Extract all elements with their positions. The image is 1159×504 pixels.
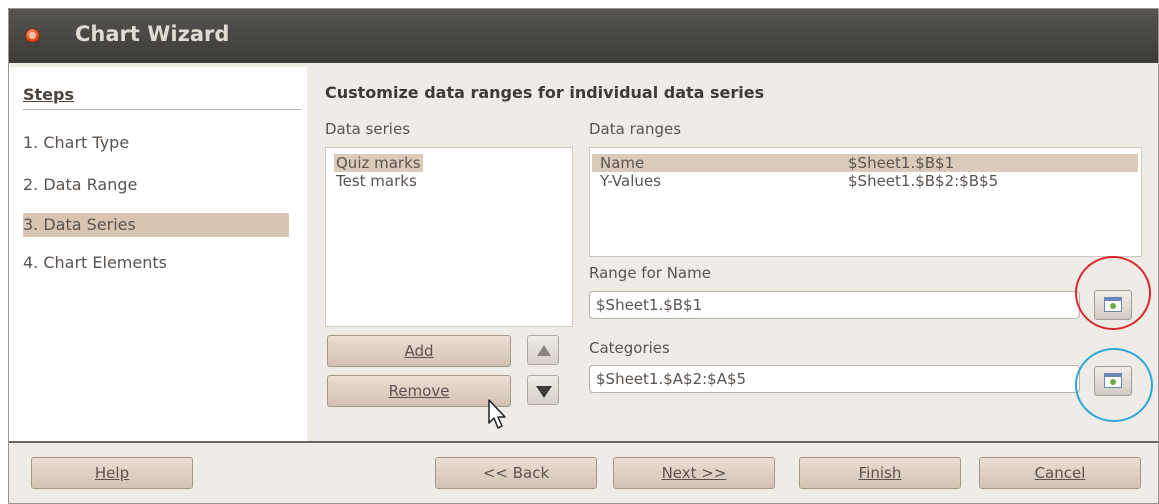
range-role: Y-Values <box>600 172 661 190</box>
close-icon[interactable] <box>25 28 40 43</box>
step-chart-elements[interactable]: 4. Chart Elements <box>23 251 289 275</box>
step-data-range[interactable]: 2. Data Range <box>23 173 289 197</box>
finish-button[interactable]: Finish <box>799 457 961 489</box>
arrow-up-icon <box>537 345 551 356</box>
range-row-name[interactable]: Name $Sheet1.$B$1 <box>592 154 1138 172</box>
add-button-label: Add <box>404 342 434 360</box>
steps-heading: Steps <box>23 85 74 104</box>
data-series-label: Data series <box>325 120 411 138</box>
range-for-name-field[interactable]: $Sheet1.$B$1 <box>589 291 1080 319</box>
help-button[interactable]: Help <box>31 457 193 489</box>
range-value: $Sheet1.$B$2:$B$5 <box>848 172 999 190</box>
move-up-button[interactable] <box>527 335 559 365</box>
series-item-quiz-marks[interactable]: Quiz marks <box>334 154 423 172</box>
cancel-button[interactable]: Cancel <box>979 457 1141 489</box>
data-ranges-label: Data ranges <box>589 120 682 138</box>
window-title: Chart Wizard <box>75 22 230 46</box>
range-for-name-label: Range for Name <box>589 264 711 282</box>
next-button-label: Next >> <box>661 464 727 482</box>
categories-label: Categories <box>589 339 670 357</box>
steps-panel: Steps 1. Chart Type 2. Data Range 3. Dat… <box>9 67 307 441</box>
footer-divider <box>9 441 1158 443</box>
step-data-series[interactable]: 3. Data Series <box>23 213 289 237</box>
move-down-button[interactable] <box>527 375 559 405</box>
add-button[interactable]: Add <box>327 335 511 367</box>
data-series-list[interactable]: Quiz marks Test marks <box>325 147 573 327</box>
mouse-pointer-icon <box>488 399 506 429</box>
remove-button-label: Remove <box>388 382 450 400</box>
arrow-down-icon <box>536 386 552 398</box>
help-button-label: Help <box>94 464 130 482</box>
highlight-circle-blue <box>1075 348 1153 422</box>
step-chart-type[interactable]: 1. Chart Type <box>23 131 289 155</box>
remove-button[interactable]: Remove <box>327 375 511 407</box>
cancel-button-label: Cancel <box>1034 464 1086 482</box>
chart-wizard-dialog: Chart Wizard Steps 1. Chart Type 2. Data… <box>8 8 1159 504</box>
title-bar: Chart Wizard <box>9 9 1158 63</box>
categories-field[interactable]: $Sheet1.$A$2:$A$5 <box>589 365 1080 393</box>
data-ranges-list[interactable]: Name $Sheet1.$B$1 Y-Values $Sheet1.$B$2:… <box>589 147 1142 257</box>
finish-button-label: Finish <box>858 464 902 482</box>
highlight-circle-red <box>1075 256 1151 330</box>
page-title: Customize data ranges for individual dat… <box>325 83 765 102</box>
range-value: $Sheet1.$B$1 <box>848 154 955 172</box>
back-button-label: << Back <box>482 464 550 482</box>
back-button[interactable]: << Back <box>435 457 597 489</box>
range-role: Name <box>600 154 645 172</box>
series-item-test-marks[interactable]: Test marks <box>334 172 419 190</box>
range-row-y-values[interactable]: Y-Values $Sheet1.$B$2:$B$5 <box>592 172 1138 190</box>
steps-divider <box>23 109 301 110</box>
next-button[interactable]: Next >> <box>613 457 775 489</box>
